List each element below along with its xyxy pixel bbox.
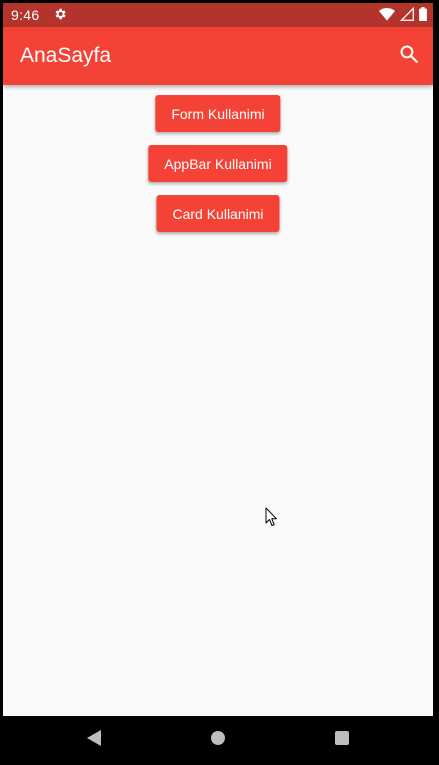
card-kullanimi-button[interactable]: Card Kullanimi bbox=[156, 195, 280, 232]
status-icons bbox=[379, 6, 427, 24]
navigation-bar bbox=[0, 716, 439, 765]
page-title: AnaSayfa bbox=[20, 44, 112, 67]
home-icon bbox=[210, 730, 226, 751]
screen: 9:46 AnaSayfa Form Kullanimi AppBar Kull… bbox=[3, 3, 433, 716]
status-time: 9:46 bbox=[11, 7, 40, 23]
recents-icon bbox=[334, 730, 350, 751]
mouse-cursor-icon bbox=[265, 507, 279, 527]
recents-button[interactable] bbox=[332, 730, 352, 750]
app-bar: AnaSayfa bbox=[3, 27, 433, 85]
search-button[interactable] bbox=[395, 42, 423, 70]
back-button[interactable] bbox=[84, 729, 104, 752]
appbar-kullanimi-button[interactable]: AppBar Kullanimi bbox=[148, 145, 288, 182]
settings-gear-icon bbox=[53, 7, 67, 21]
device-frame: 9:46 AnaSayfa Form Kullanimi AppBar Kull… bbox=[0, 0, 439, 765]
wifi-icon bbox=[379, 7, 395, 24]
cell-signal-icon bbox=[399, 6, 414, 24]
battery-icon bbox=[419, 6, 427, 24]
home-button[interactable] bbox=[208, 730, 228, 750]
form-kullanimi-button[interactable]: Form Kullanimi bbox=[155, 95, 281, 132]
back-icon bbox=[86, 729, 102, 752]
search-icon bbox=[399, 44, 419, 69]
status-bar: 9:46 bbox=[3, 3, 433, 27]
